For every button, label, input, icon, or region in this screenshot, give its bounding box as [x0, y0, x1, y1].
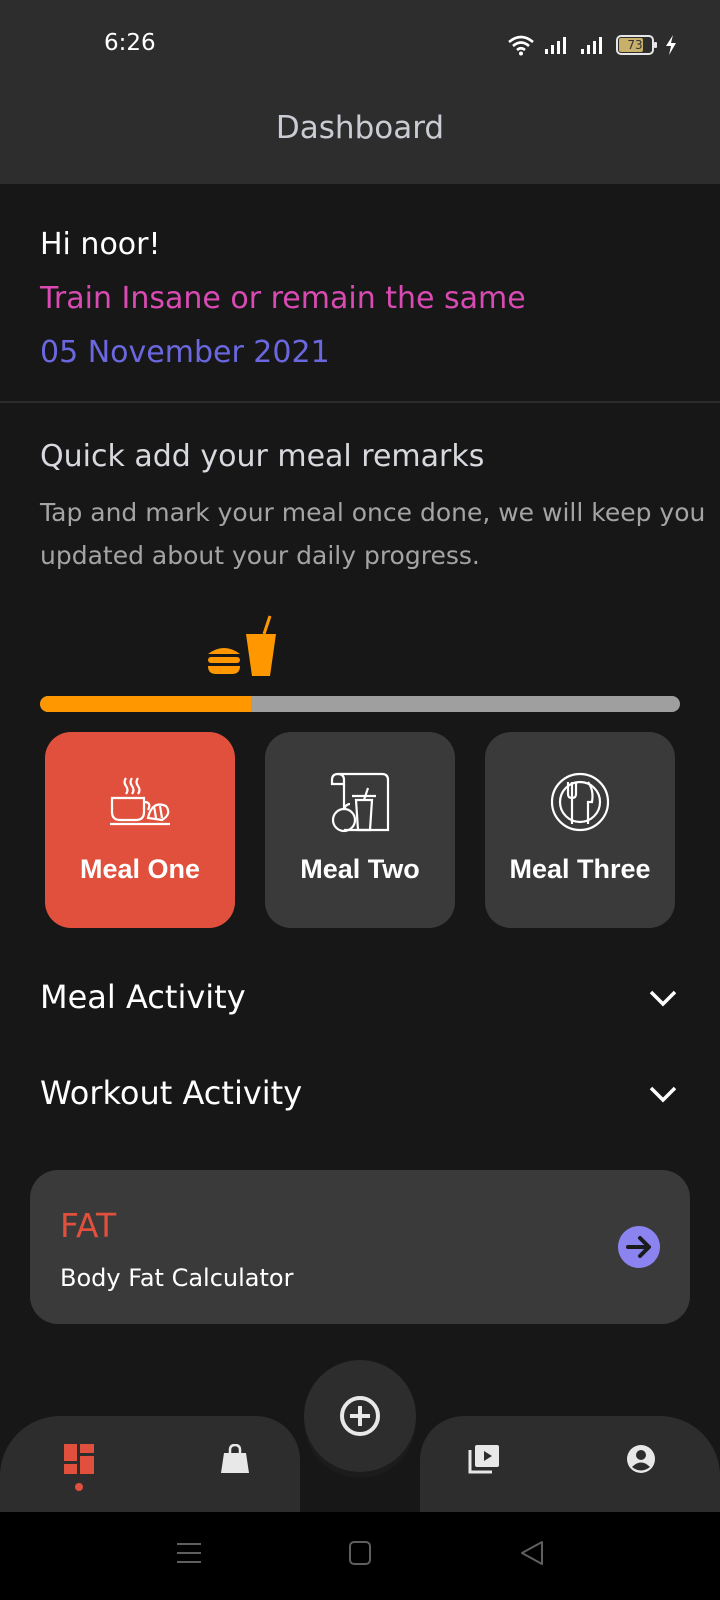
- chevron-down-icon: [649, 1086, 677, 1103]
- nav-right-panel: [420, 1416, 720, 1512]
- burger-drink-icon: [208, 615, 276, 676]
- motto-text: Train Insane or remain the same: [40, 281, 526, 316]
- breakfast-icon: [110, 777, 170, 826]
- back-icon[interactable]: [520, 1540, 544, 1566]
- status-icons: 73: [508, 30, 678, 60]
- date-text: 05 November 2021: [40, 335, 330, 370]
- signal-icon: [581, 37, 602, 54]
- workout-activity-toggle[interactable]: Workout Activity: [40, 1066, 680, 1126]
- videos-icon[interactable]: [468, 1444, 500, 1474]
- chevron-down-icon: [649, 990, 677, 1007]
- active-indicator-dot: [75, 1483, 83, 1491]
- meal-one-card[interactable]: Meal One: [45, 732, 235, 928]
- dashboard-icon[interactable]: [64, 1444, 94, 1474]
- meal-label: Meal One: [79, 854, 201, 884]
- meal-activity-toggle[interactable]: Meal Activity: [40, 970, 680, 1030]
- meal-label: Meal Two: [300, 854, 420, 884]
- fat-subtitle: Body Fat Calculator: [60, 1264, 294, 1292]
- nav-left-panel: [0, 1416, 300, 1512]
- menu-icon[interactable]: [176, 1540, 202, 1566]
- add-button[interactable]: [304, 1360, 416, 1472]
- arrow-right-icon[interactable]: [618, 1226, 660, 1268]
- app-bar: Dashboard: [0, 90, 720, 184]
- charging-icon: [666, 35, 676, 55]
- system-navigation-bar: [0, 1512, 720, 1600]
- meal-three-card[interactable]: Meal Three: [485, 732, 675, 928]
- meal-label: Meal Three: [509, 854, 651, 884]
- divider: [0, 401, 720, 403]
- quick-add-title: Quick add your meal remarks: [40, 439, 485, 474]
- lunch-icon: [330, 772, 390, 833]
- meal-progress-fill: [40, 696, 252, 712]
- body-fat-calculator-card[interactable]: FAT Body Fat Calculator: [30, 1170, 690, 1324]
- quick-add-description: Tap and mark your meal once done, we wil…: [40, 498, 706, 570]
- fat-title: FAT: [60, 1206, 117, 1245]
- home-icon[interactable]: [348, 1540, 372, 1566]
- profile-icon[interactable]: [626, 1444, 656, 1474]
- shop-icon[interactable]: [220, 1444, 250, 1474]
- status-bar: 6:26 73: [0, 0, 720, 90]
- battery-level: 73: [627, 38, 643, 52]
- workout-activity-title: Workout Activity: [40, 1074, 303, 1112]
- meal-two-card[interactable]: Meal Two: [265, 732, 455, 928]
- meal-progress-bar: [40, 696, 680, 712]
- wifi-icon: [508, 35, 534, 56]
- battery-icon: 73: [616, 35, 657, 55]
- greeting-text: Hi noor!: [40, 227, 161, 262]
- status-time: 6:26: [104, 30, 156, 56]
- plus-circle-icon: [340, 1396, 380, 1436]
- page-title: Dashboard: [275, 110, 445, 146]
- dinner-plate-icon: [550, 772, 610, 832]
- meal-activity-title: Meal Activity: [40, 978, 246, 1016]
- signal-icon: [545, 37, 566, 54]
